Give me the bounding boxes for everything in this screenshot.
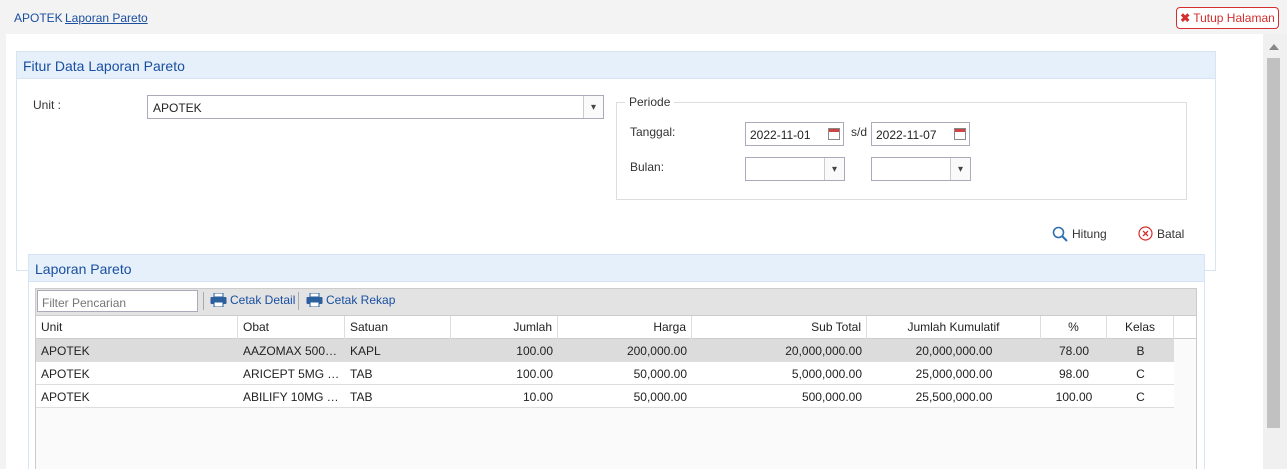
table-row[interactable]: APOTEK ABILIFY 10MG T... TAB 10.00 50,00… — [36, 385, 1174, 408]
close-page-button[interactable]: ✖ Tutup Halaman — [1176, 7, 1279, 29]
cell-kelas: B — [1136, 344, 1145, 358]
column-header-satuan[interactable]: Satuan — [345, 316, 451, 339]
hitung-label: Hitung — [1072, 227, 1107, 241]
cell-sub-total: 5,000,000.00 — [791, 367, 862, 381]
table-row[interactable]: APOTEK ARICEPT 5MG TA... TAB 100.00 50,0… — [36, 362, 1174, 385]
cell-jumlah: 10.00 — [522, 390, 553, 404]
column-header-sub-total[interactable]: Sub Total — [692, 316, 867, 339]
calendar-icon[interactable] — [828, 128, 840, 140]
chevron-down-icon[interactable]: ▾ — [583, 96, 603, 118]
column-header-kelas[interactable]: Kelas — [1107, 316, 1174, 339]
cell-obat: ABILIFY 10MG T... — [243, 390, 343, 404]
column-header-jumlah[interactable]: Jumlah — [451, 316, 558, 339]
cetak-detail-label: Cetak Detail — [230, 293, 296, 307]
scroll-up-arrow-icon[interactable] — [1269, 44, 1279, 50]
filter-panel-title: Fitur Data Laporan Pareto — [17, 52, 1215, 79]
cell-satuan: KAPL — [350, 344, 381, 358]
cell-jumlah-kumulatif: 20,000,000.00 — [915, 344, 993, 358]
cell-satuan: TAB — [350, 390, 373, 404]
cell-percent: 100.00 — [1055, 390, 1093, 404]
column-header-obat[interactable]: Obat — [238, 316, 345, 339]
cell-harga: 50,000.00 — [633, 367, 687, 381]
calendar-icon[interactable] — [954, 128, 966, 140]
chevron-down-icon[interactable]: ▾ — [824, 158, 844, 180]
cell-jumlah-kumulatif: 25,000,000.00 — [915, 367, 993, 381]
close-page-label: Tutup Halaman — [1193, 11, 1275, 25]
bulan-from-select[interactable]: ▾ — [745, 157, 845, 181]
top-bar: APOTEK Laporan Pareto ✖ Tutup Halaman — [0, 0, 1287, 34]
cetak-rekap-button[interactable]: Cetak Rekap — [306, 293, 395, 307]
batal-button[interactable]: Batal — [1138, 226, 1184, 241]
cell-sub-total: 500,000.00 — [801, 390, 862, 404]
search-icon — [1052, 226, 1068, 242]
table-header: Unit Obat Satuan Jumlah Harga Sub Total … — [36, 316, 1196, 339]
date-to-value: 2022-11-07 — [876, 128, 937, 142]
page-scrollbar[interactable] — [1263, 34, 1287, 469]
cell-obat: ARICEPT 5MG TA... — [243, 367, 345, 381]
cell-unit: APOTEK — [41, 344, 90, 358]
cell-kelas: C — [1136, 390, 1145, 404]
cetak-rekap-label: Cetak Rekap — [326, 293, 396, 307]
scroll-thumb[interactable] — [1267, 58, 1280, 428]
column-header-harga[interactable]: Harga — [558, 316, 692, 339]
column-header-jumlah-kumulatif[interactable]: Jumlah Kumulatif — [867, 316, 1041, 339]
breadcrumb-current-tab[interactable]: Laporan Pareto — [65, 11, 148, 25]
pareto-table: Unit Obat Satuan Jumlah Harga Sub Total … — [35, 316, 1197, 469]
batal-label: Batal — [1157, 226, 1185, 241]
cell-jumlah: 100.00 — [516, 344, 553, 358]
close-icon: ✖ — [1180, 11, 1191, 25]
tanggal-label: Tanggal: — [630, 125, 676, 139]
cell-unit: APOTEK — [41, 390, 90, 404]
cell-percent: 78.00 — [1058, 344, 1090, 358]
breadcrumb-root[interactable]: APOTEK — [14, 11, 63, 25]
hitung-button[interactable]: Hitung — [1052, 226, 1107, 242]
cell-obat: AAZOMAX 500M... — [243, 344, 345, 358]
table-row[interactable]: APOTEK AAZOMAX 500M... KAPL 100.00 200,0… — [36, 339, 1174, 362]
report-panel-title: Laporan Pareto — [29, 255, 1204, 282]
cell-harga: 50,000.00 — [633, 390, 687, 404]
date-from-value: 2022-11-01 — [750, 128, 811, 142]
cell-unit: APOTEK — [41, 367, 90, 381]
toolbar-divider — [203, 292, 204, 310]
printer-icon — [210, 293, 227, 307]
cell-sub-total: 20,000,000.00 — [785, 344, 862, 358]
sd-label: s/d — [851, 125, 868, 139]
unit-select[interactable]: APOTEK ▾ — [147, 95, 604, 119]
cetak-detail-button[interactable]: Cetak Detail — [210, 293, 295, 307]
cell-jumlah: 100.00 — [516, 367, 553, 381]
periode-fieldset — [616, 102, 1187, 200]
unit-select-value: APOTEK — [153, 101, 202, 115]
bulan-label: Bulan: — [630, 160, 665, 174]
toolbar-divider — [298, 292, 299, 310]
cell-satuan: TAB — [350, 367, 373, 381]
unit-label: Unit : — [33, 98, 62, 112]
cell-harga: 200,000.00 — [626, 344, 687, 358]
cell-jumlah-kumulatif: 25,500,000.00 — [915, 390, 993, 404]
date-to-input[interactable]: 2022-11-07 — [871, 122, 970, 146]
chevron-down-icon[interactable]: ▾ — [950, 158, 970, 180]
cell-percent: 98.00 — [1058, 367, 1090, 381]
filter-search-input[interactable] — [37, 290, 198, 312]
cell-kelas: C — [1136, 367, 1145, 381]
column-header-percent[interactable]: % — [1041, 316, 1107, 339]
cancel-circle-icon — [1138, 226, 1153, 241]
column-header-unit[interactable]: Unit — [36, 316, 238, 339]
periode-legend: Periode — [625, 95, 675, 109]
date-from-input[interactable]: 2022-11-01 — [745, 122, 844, 146]
bulan-to-select[interactable]: ▾ — [871, 157, 971, 181]
printer-icon — [306, 293, 323, 307]
